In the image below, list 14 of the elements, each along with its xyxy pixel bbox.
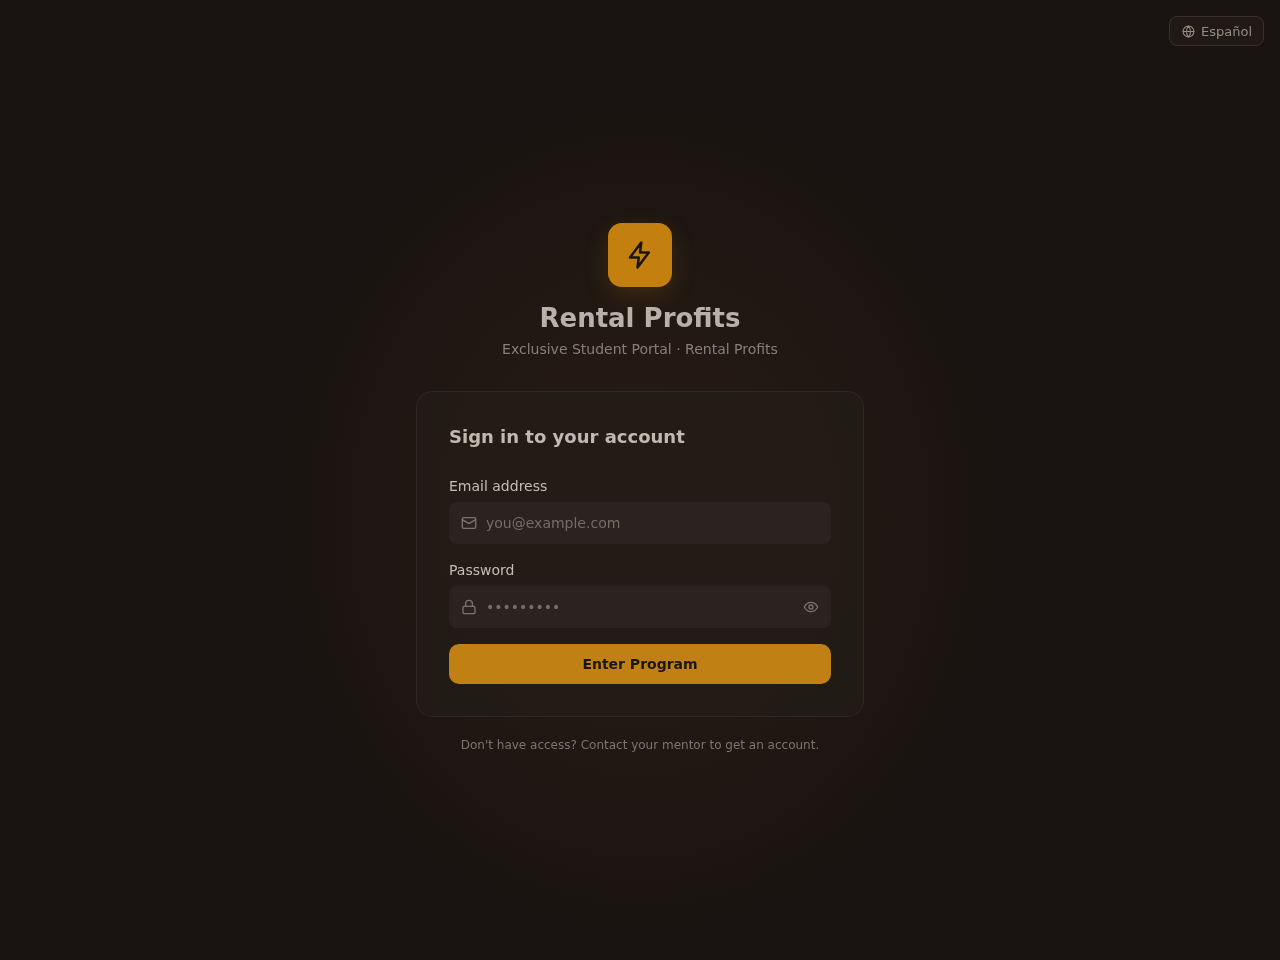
access-note: Don't have access? Contact your mentor to get an account.	[460, 737, 820, 754]
eye-icon[interactable]	[803, 599, 819, 615]
globe-icon	[1182, 24, 1195, 38]
lock-icon	[461, 599, 477, 615]
submit-button[interactable]: Enter Program	[449, 644, 831, 684]
form-heading: Sign in to your account	[449, 425, 686, 449]
field-label: Email address	[449, 477, 549, 496]
language-button[interactable]: Español	[1169, 16, 1264, 46]
field-label: Password	[449, 561, 516, 580]
password-field[interactable]: •••••••••	[449, 586, 831, 628]
email-field[interactable]: you@example.com	[449, 502, 831, 544]
app-title: Rental Profits	[539, 302, 741, 334]
app-subtitle: Exclusive Student Portal · Rental Profits	[502, 340, 778, 359]
envelope-icon	[461, 515, 477, 531]
